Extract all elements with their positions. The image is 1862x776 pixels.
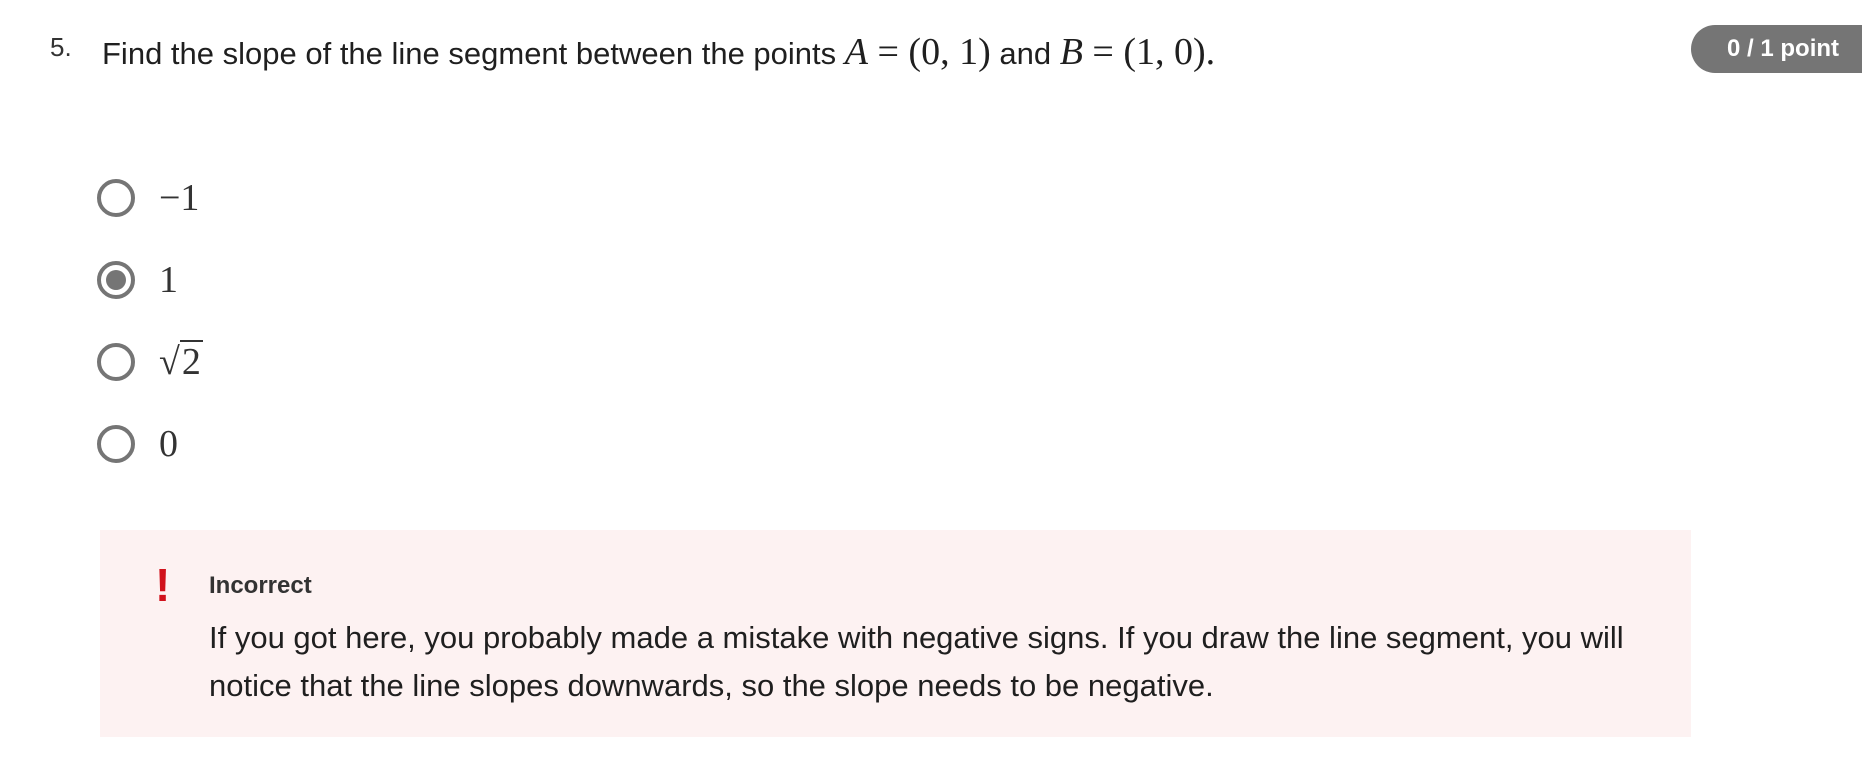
radio-button[interactable] — [97, 343, 135, 381]
square-root: √2 — [159, 337, 203, 387]
radio-button-selected[interactable] — [97, 261, 135, 299]
radio-button[interactable] — [97, 179, 135, 217]
answer-option[interactable]: √2 — [97, 337, 497, 387]
question-text-intro: Find the slope of the line segment betwe… — [102, 36, 845, 71]
answer-option[interactable]: 1 — [97, 255, 497, 305]
point-a-variable: A — [844, 31, 868, 73]
option-label: √2 — [159, 337, 203, 387]
option-label: 0 — [159, 423, 178, 465]
question-header: 5. Find the slope of the line segment be… — [50, 26, 1850, 80]
point-a-coordinates: = (0, 1) — [877, 31, 991, 73]
question-number: 5. — [50, 32, 72, 62]
feedback-title: Incorrect — [209, 572, 312, 599]
answer-option[interactable]: −1 — [97, 173, 497, 223]
question-prompt: Find the slope of the line segment betwe… — [102, 26, 1215, 80]
answer-option[interactable]: 0 — [97, 419, 497, 469]
option-label: 1 — [159, 259, 178, 301]
radio-button[interactable] — [97, 425, 135, 463]
point-b-coordinates: = (1, 0). — [1092, 31, 1216, 73]
feedback-body: If you got here, you probably made a mis… — [209, 620, 1624, 703]
points-badge: 0 / 1 point — [1691, 25, 1862, 73]
feedback-panel: ! Incorrect If you got here, you probabl… — [100, 530, 1691, 737]
exclamation-icon: ! — [155, 559, 171, 611]
radicand: 2 — [179, 340, 203, 383]
question-text-conjunction: and — [990, 36, 1060, 71]
point-b-variable: B — [1059, 31, 1083, 73]
math-point-a: A = (0, 1) — [845, 31, 991, 73]
math-point-b: B = (1, 0). — [1060, 31, 1215, 73]
radical-sign: √ — [159, 341, 180, 383]
option-label: −1 — [159, 177, 200, 219]
